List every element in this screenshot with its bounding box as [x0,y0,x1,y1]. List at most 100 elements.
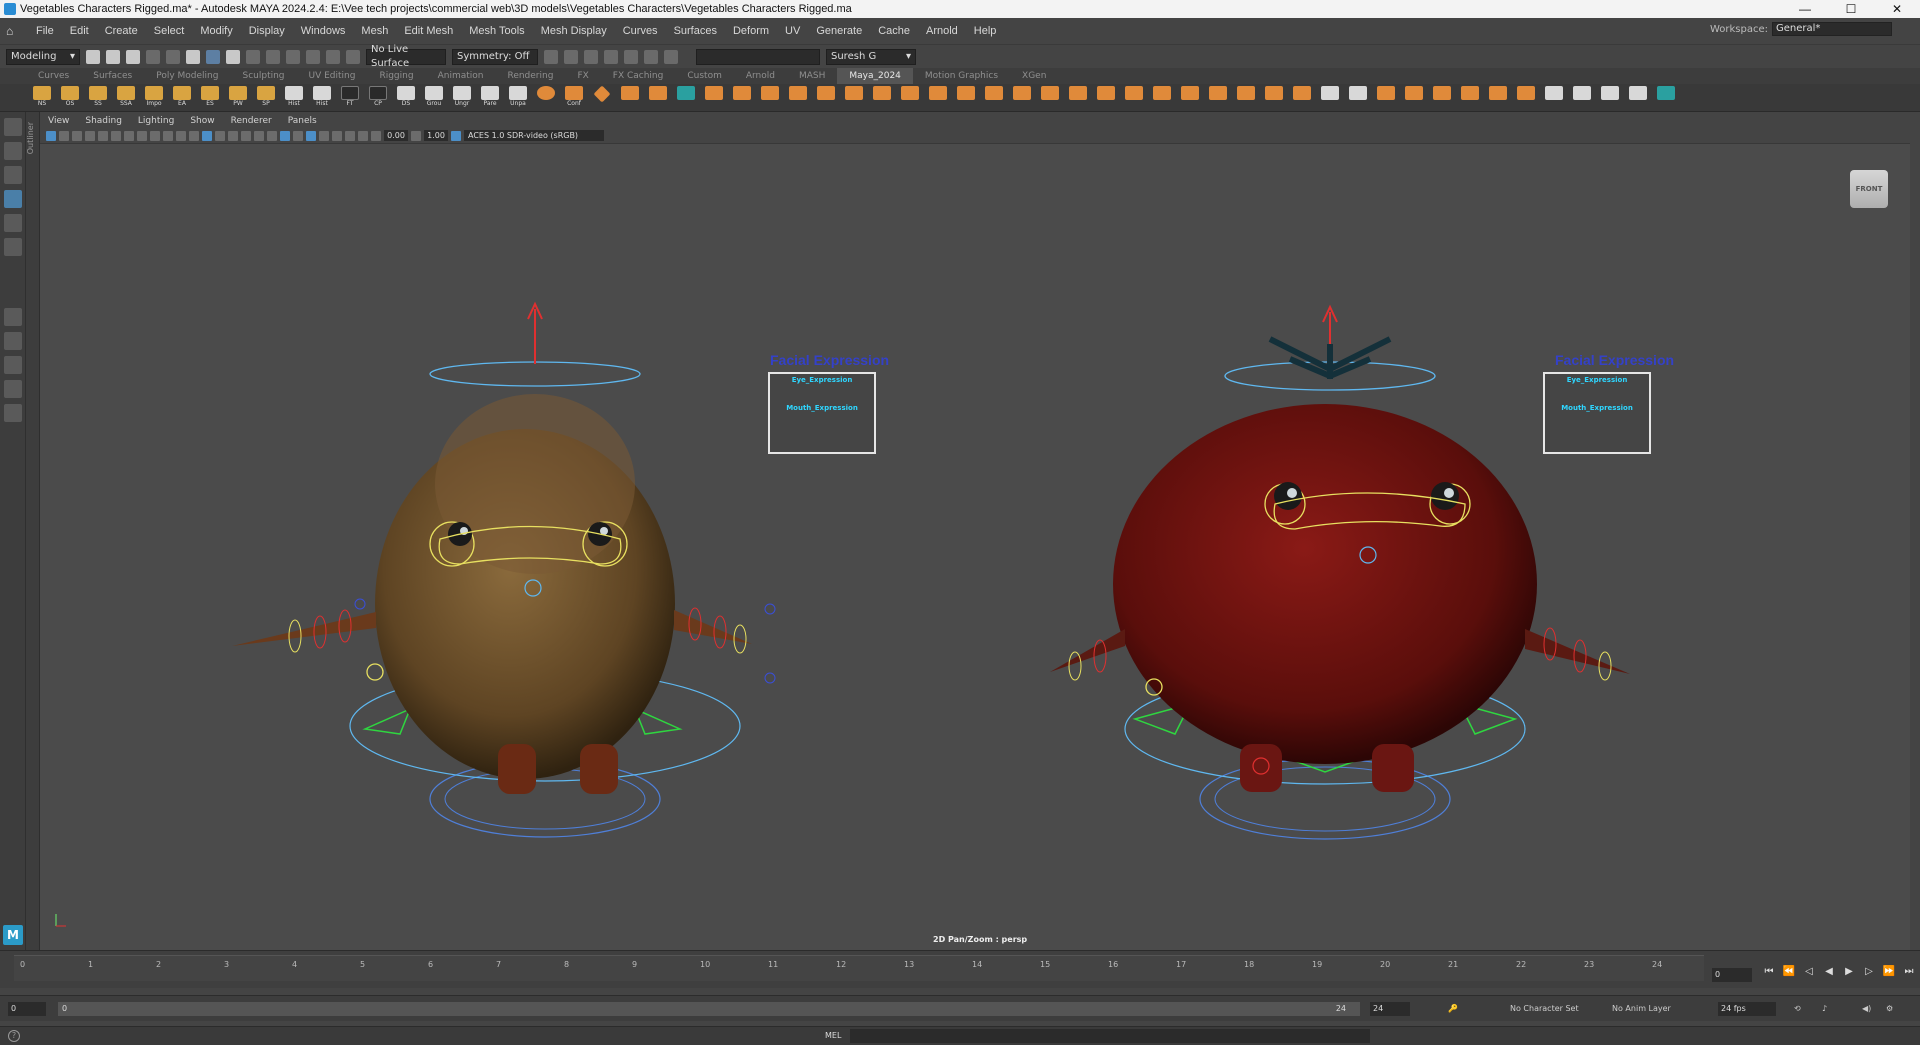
shelf-button-retopo[interactable] [1346,85,1370,110]
shelf-button-ssa[interactable]: SSA [114,85,138,110]
menu-deform[interactable]: Deform [725,25,777,37]
shelf-button-sculpt[interactable] [1542,85,1566,110]
shelf-button-planar[interactable] [898,85,922,110]
shelf-button-cubes[interactable] [618,85,642,110]
step-back-frame-icon[interactable]: ◁ [1802,965,1816,979]
two-view-icon[interactable] [4,356,22,374]
shelf-button-fill[interactable] [870,85,894,110]
anti-aliasing-icon[interactable] [345,130,355,141]
shelf-button-diamond[interactable] [590,85,614,110]
menu-select[interactable]: Select [146,25,193,37]
3d-scene[interactable]: Facial Expression Eye_Expression Mouth_E… [40,144,1910,950]
shelf-button-extrude[interactable] [814,85,838,110]
field-chart-icon[interactable] [176,130,186,141]
default-material-icon[interactable] [228,130,238,141]
shelf-button-cp[interactable]: CP [366,85,390,110]
shelf-tab-animation[interactable]: Animation [426,68,496,84]
shelf-tab-maya-2024[interactable]: Maya_2024 [837,68,913,84]
2d-pan-icon[interactable] [98,130,108,141]
redo-icon[interactable] [166,49,180,64]
menu-windows[interactable]: Windows [293,25,354,37]
select-object-icon[interactable] [206,49,220,64]
shelf-button-rotate[interactable] [1374,85,1398,110]
viewport-menu-view[interactable]: View [40,115,77,128]
rotate-tool-icon[interactable] [4,214,22,232]
single-view-icon[interactable] [4,308,22,326]
image-plane-icon[interactable] [85,130,95,141]
shelf-button-boolean[interactable] [1010,85,1034,110]
shelf-button-ss[interactable]: SS [86,85,110,110]
potato-up-arrow[interactable] [527,301,543,364]
potato-left-leg[interactable] [498,744,536,794]
potato-left-arm[interactable] [232,612,376,646]
snap-curve-icon[interactable] [266,49,280,64]
viewport-menu-shading[interactable]: Shading [77,115,130,128]
tomato-stem[interactable] [1268,336,1392,380]
camera-attributes-icon[interactable] [59,130,69,141]
render-settings-icon[interactable] [604,49,618,64]
gate-mask-icon[interactable] [163,130,173,141]
isolate-select-icon[interactable] [280,130,290,141]
textured-icon[interactable] [241,130,251,141]
end-time-field[interactable]: 24 [1370,1002,1410,1016]
range-bar[interactable]: 0 24 [58,1002,1360,1016]
pause-icon[interactable] [664,49,678,64]
time-slider-track[interactable]: 0 1 2 3 4 5 6 7 8 9 10 11 12 13 14 15 16… [14,955,1704,981]
bookmark-icon[interactable] [72,130,82,141]
tomato-left-arm[interactable] [1050,629,1125,672]
shelf-button-ds[interactable]: DS [394,85,418,110]
symmetry-dropdown[interactable]: Symmetry: Off [452,48,538,65]
resolution-gate-icon[interactable] [150,130,160,141]
shelf-button-cut[interactable] [1038,85,1062,110]
shelf-button-hist-2[interactable]: Hist [310,85,334,110]
shelf-button-ea[interactable]: EA [170,85,194,110]
select-camera-icon[interactable] [46,130,56,141]
viewport-menu-show[interactable]: Show [182,115,222,128]
shelf-button-es[interactable]: ES [198,85,222,110]
shelf-button-impo[interactable]: Impo [142,85,166,110]
shelf-button-multicut[interactable] [1066,85,1090,110]
shelf-button-quad[interactable] [1206,85,1230,110]
snap-view-icon[interactable] [306,49,320,64]
shelf-tab-rendering[interactable]: Rendering [495,68,565,84]
go-to-start-icon[interactable]: ⏮ [1762,965,1776,979]
start-time-field[interactable]: 0 [8,1002,46,1016]
play-backward-icon[interactable]: ◀ [1822,965,1836,979]
ipr-render-icon[interactable] [584,49,598,64]
shelf-button-teal[interactable] [1654,85,1678,110]
xray-icon[interactable] [293,130,303,141]
shelf-tab-mash[interactable]: MASH [787,68,837,84]
snap-surface-icon[interactable] [326,49,340,64]
scale-tool-icon[interactable] [4,238,22,256]
shelf-button-hist[interactable]: Hist [282,85,306,110]
user-account-dropdown[interactable]: Suresh G ▾ [826,48,916,65]
shelf-button-reverse[interactable] [1234,85,1258,110]
menu-edit[interactable]: Edit [62,25,97,37]
menu-mesh-tools[interactable]: Mesh Tools [461,25,532,37]
open-scene-icon[interactable] [106,49,120,64]
snap-point-icon[interactable] [286,49,300,64]
menu-mesh-display[interactable]: Mesh Display [533,25,615,37]
new-scene-icon[interactable] [86,49,100,64]
shelf-button-poke[interactable] [1458,85,1482,110]
film-gate-icon[interactable] [137,130,147,141]
shelf-button-texture[interactable] [1570,85,1594,110]
shelf-button-sphere[interactable] [534,85,558,110]
live-surface-field[interactable]: No Live Surface [366,44,446,69]
snap-grid-icon[interactable] [246,49,260,64]
save-scene-icon[interactable] [126,49,140,64]
xray-components-icon[interactable] [319,130,329,141]
paint-select-icon[interactable] [4,166,22,184]
preferences-icon[interactable]: ⚙ [1886,1002,1893,1016]
view-cube[interactable]: FRONT [1850,170,1888,208]
select-hierarchy-icon[interactable] [186,49,200,64]
shelf-button-pw[interactable]: PW [226,85,250,110]
shelf-tab-curves[interactable]: Curves [26,68,81,84]
potato-right-leg[interactable] [580,744,618,794]
shelf-button-uv[interactable] [926,85,950,110]
character-set-dropdown[interactable]: No Character Set [1510,1002,1579,1016]
shelf-button-smooth[interactable] [982,85,1006,110]
viewport-menu-lighting[interactable]: Lighting [130,115,182,128]
gamma-icon[interactable] [411,130,421,141]
shelf-button-mirror[interactable] [954,85,978,110]
